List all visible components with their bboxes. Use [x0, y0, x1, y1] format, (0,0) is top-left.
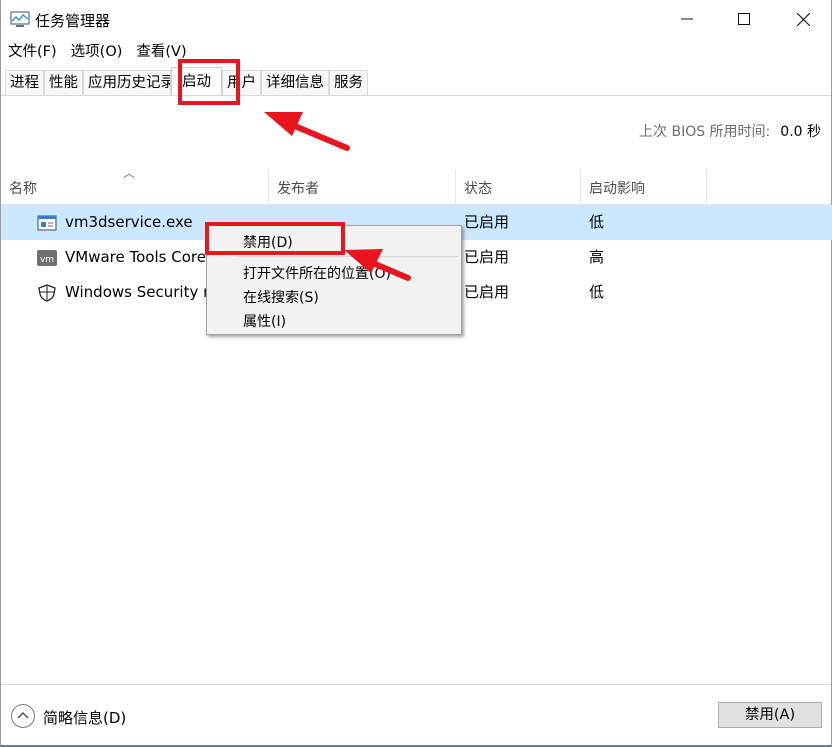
- close-button[interactable]: [775, 0, 831, 38]
- menu-file[interactable]: 文件(F): [1, 40, 64, 64]
- column-status[interactable]: 状态: [456, 170, 581, 205]
- fewer-details-toggle[interactable]: [11, 704, 35, 728]
- footer-bar: 简略信息(D) 禁用(A): [1, 684, 831, 745]
- menu-item-search-online[interactable]: 在线搜索(S): [243, 287, 319, 307]
- menu-options[interactable]: 选项(O): [64, 40, 130, 64]
- bios-time-label: 上次 BIOS 所用时间:: [639, 124, 771, 140]
- close-icon: [796, 12, 810, 26]
- row-status: 已启用: [464, 283, 510, 301]
- fewer-details-link[interactable]: 简略信息(D): [43, 707, 126, 728]
- service-app-icon: [37, 215, 57, 231]
- tab-divider: [1, 95, 831, 96]
- tab-processes[interactable]: 进程: [5, 70, 44, 95]
- row-impact: 低: [589, 213, 605, 231]
- annotation-box-startup-tab: [178, 59, 240, 105]
- bios-time: 上次 BIOS 所用时间: 0.0 秒: [639, 121, 821, 141]
- maximize-button[interactable]: [716, 0, 772, 38]
- column-startup-impact[interactable]: 启动影响: [581, 170, 707, 205]
- annotation-box-disable: [205, 222, 345, 255]
- window-title: 任务管理器: [35, 12, 111, 30]
- row-status: 已启用: [464, 213, 510, 231]
- tab-performance[interactable]: 性能: [44, 70, 83, 95]
- maximize-icon: [738, 13, 750, 25]
- tab-details[interactable]: 详细信息: [261, 70, 329, 95]
- chevron-up-icon: [17, 711, 29, 719]
- shield-icon: [38, 284, 56, 302]
- row-name: Windows Security n: [65, 283, 206, 301]
- menu-item-properties[interactable]: 属性(I): [243, 311, 286, 331]
- svg-text:vm: vm: [40, 255, 54, 265]
- tab-services[interactable]: 服务: [329, 70, 368, 95]
- vmware-icon: vm: [37, 250, 57, 266]
- row-impact: 高: [589, 248, 605, 266]
- title-bar: 任务管理器: [1, 0, 831, 38]
- disable-button[interactable]: 禁用(A): [718, 702, 822, 728]
- column-header-row: 名称 发布者 状态 启动影响: [1, 170, 831, 205]
- task-manager-icon: [10, 11, 30, 27]
- bios-time-value: 0.0 秒: [780, 124, 821, 140]
- menu-bar: 文件(F) 选项(O) 查看(V): [1, 40, 194, 64]
- task-manager-window: 任务管理器 文件(F) 选项(O) 查看(V) 进程 性能 应用历史记录 启动 …: [0, 0, 832, 747]
- column-name[interactable]: 名称: [1, 170, 269, 205]
- row-name: VMware Tools Core: [65, 248, 206, 266]
- tab-app-history[interactable]: 应用历史记录: [83, 70, 171, 95]
- minimize-icon: [681, 18, 693, 20]
- row-status: 已启用: [464, 248, 510, 266]
- minimize-button[interactable]: [659, 0, 715, 38]
- menu-item-open-file-location[interactable]: 打开文件所在的位置(O): [243, 263, 391, 283]
- context-menu-separator: [237, 256, 458, 257]
- row-impact: 低: [589, 283, 605, 301]
- column-publisher[interactable]: 发布者: [269, 170, 456, 205]
